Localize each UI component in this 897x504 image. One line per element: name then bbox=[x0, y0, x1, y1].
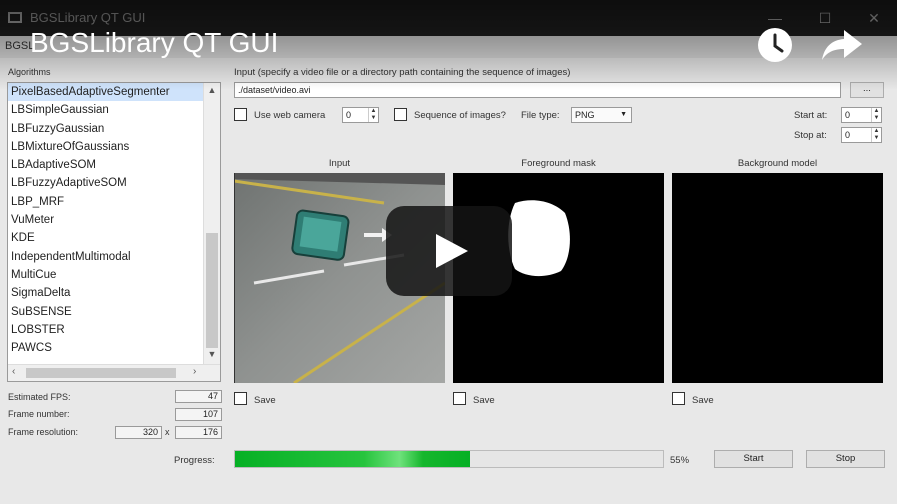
start-at-label: Start at: bbox=[794, 110, 828, 121]
hscroll-thumb[interactable] bbox=[26, 368, 176, 378]
resolution-x-label: x bbox=[165, 427, 170, 437]
resolution-height-field: 176 bbox=[175, 426, 222, 439]
vertical-scrollbar[interactable]: ▲ ▼ bbox=[203, 83, 220, 364]
progress-fill bbox=[235, 451, 471, 467]
list-item[interactable]: MultiCue bbox=[8, 266, 220, 284]
fps-field: 47 bbox=[175, 390, 222, 403]
input-view-title: Input bbox=[328, 158, 351, 169]
algorithm-list[interactable]: PixelBasedAdaptiveSegmenter LBSimpleGauss… bbox=[7, 82, 221, 382]
app-icon bbox=[8, 12, 22, 23]
scroll-up-icon[interactable]: ▲ bbox=[204, 85, 220, 95]
stop-at-value: 0 bbox=[845, 130, 851, 140]
file-type-label: File type: bbox=[521, 110, 560, 121]
progress-label: Progress: bbox=[174, 455, 215, 466]
webcam-index-spinbox[interactable]: 0 ▲ ▼ bbox=[342, 107, 379, 123]
horizontal-scrollbar[interactable]: ‹ › bbox=[8, 364, 220, 381]
watch-later-icon[interactable] bbox=[756, 26, 794, 64]
play-icon bbox=[436, 234, 468, 268]
close-button[interactable]: ✕ bbox=[864, 8, 884, 28]
list-item[interactable]: VuMeter bbox=[8, 211, 220, 229]
algorithms-label: Algorithms bbox=[8, 67, 51, 77]
save-background-label: Save bbox=[692, 395, 714, 406]
list-item[interactable]: IndependentMultimodal bbox=[8, 248, 220, 266]
spin-arrows-icon[interactable]: ▲ ▼ bbox=[368, 108, 378, 122]
list-item[interactable]: SigmaDelta bbox=[8, 284, 220, 302]
algorithm-items: PixelBasedAdaptiveSegmenter LBSimpleGauss… bbox=[8, 83, 220, 357]
list-item[interactable]: PAWCS bbox=[8, 339, 220, 357]
scroll-down-icon[interactable]: ▼ bbox=[204, 349, 220, 359]
fps-label: Estimated FPS: bbox=[8, 392, 71, 402]
stop-at-label: Stop at: bbox=[794, 130, 827, 141]
resolution-width-field: 320 bbox=[115, 426, 162, 439]
save-foreground-checkbox[interactable] bbox=[453, 392, 466, 405]
frame-number-label: Frame number: bbox=[8, 409, 70, 419]
list-item[interactable]: LOBSTER bbox=[8, 321, 220, 339]
frame-number-field: 107 bbox=[175, 408, 222, 421]
start-button[interactable]: Start bbox=[714, 450, 793, 468]
play-button[interactable] bbox=[386, 206, 512, 296]
webcam-checkbox[interactable] bbox=[234, 108, 247, 121]
progress-percent: 55% bbox=[670, 455, 690, 466]
list-item[interactable]: LBP_MRF bbox=[8, 193, 220, 211]
minimize-button[interactable]: — bbox=[765, 8, 785, 28]
window-title: BGSLibrary QT GUI bbox=[30, 10, 146, 25]
list-item[interactable]: LBAdaptiveSOM bbox=[8, 156, 220, 174]
save-input-checkbox[interactable] bbox=[234, 392, 247, 405]
spin-arrows-icon[interactable]: ▲ ▼ bbox=[871, 128, 881, 142]
stop-button[interactable]: Stop bbox=[806, 450, 885, 468]
list-item[interactable]: PixelBasedAdaptiveSegmenter bbox=[8, 83, 220, 102]
input-path-field[interactable]: ./dataset/video.avi bbox=[234, 82, 841, 98]
webcam-label: Use web camera bbox=[254, 110, 326, 121]
list-item[interactable]: LBFuzzyAdaptiveSOM bbox=[8, 174, 220, 192]
foreground-view-title: Foreground mask bbox=[521, 158, 596, 169]
maximize-button[interactable]: ☐ bbox=[815, 8, 835, 28]
background-view-title: Background model bbox=[737, 158, 818, 169]
save-background-checkbox[interactable] bbox=[672, 392, 685, 405]
list-item[interactable]: SuBSENSE bbox=[8, 303, 220, 321]
start-at-value: 0 bbox=[845, 110, 851, 120]
file-type-value: PNG bbox=[575, 110, 595, 120]
start-at-spinbox[interactable]: 0 ▲ ▼ bbox=[841, 107, 882, 123]
list-item[interactable]: LBSimpleGaussian bbox=[8, 101, 220, 119]
save-foreground-label: Save bbox=[473, 395, 495, 406]
scroll-right-icon[interactable]: › bbox=[193, 366, 196, 377]
progress-bar bbox=[234, 450, 664, 468]
video-title[interactable]: BGSLibrary QT GUI bbox=[30, 27, 278, 59]
share-icon[interactable] bbox=[820, 26, 864, 64]
list-item[interactable]: KDE bbox=[8, 229, 220, 247]
sequence-label: Sequence of images? bbox=[414, 110, 506, 121]
save-input-label: Save bbox=[254, 395, 276, 406]
sequence-checkbox[interactable] bbox=[394, 108, 407, 121]
frame-resolution-label: Frame resolution: bbox=[8, 427, 79, 437]
file-type-select[interactable]: PNG ▼ bbox=[571, 107, 632, 123]
spin-arrows-icon[interactable]: ▲ ▼ bbox=[871, 108, 881, 122]
webcam-index-value: 0 bbox=[346, 110, 352, 120]
background-model-image bbox=[672, 173, 883, 383]
list-item[interactable]: LBMixtureOfGaussians bbox=[8, 138, 220, 156]
scroll-left-icon[interactable]: ‹ bbox=[12, 366, 15, 377]
stop-at-spinbox[interactable]: 0 ▲ ▼ bbox=[841, 127, 882, 143]
browse-button[interactable]: ... bbox=[850, 82, 884, 98]
chevron-down-icon: ▼ bbox=[620, 111, 627, 118]
scroll-thumb[interactable] bbox=[206, 233, 218, 348]
input-label: Input (specify a video file or a directo… bbox=[234, 67, 571, 78]
list-item[interactable]: LBFuzzyGaussian bbox=[8, 120, 220, 138]
